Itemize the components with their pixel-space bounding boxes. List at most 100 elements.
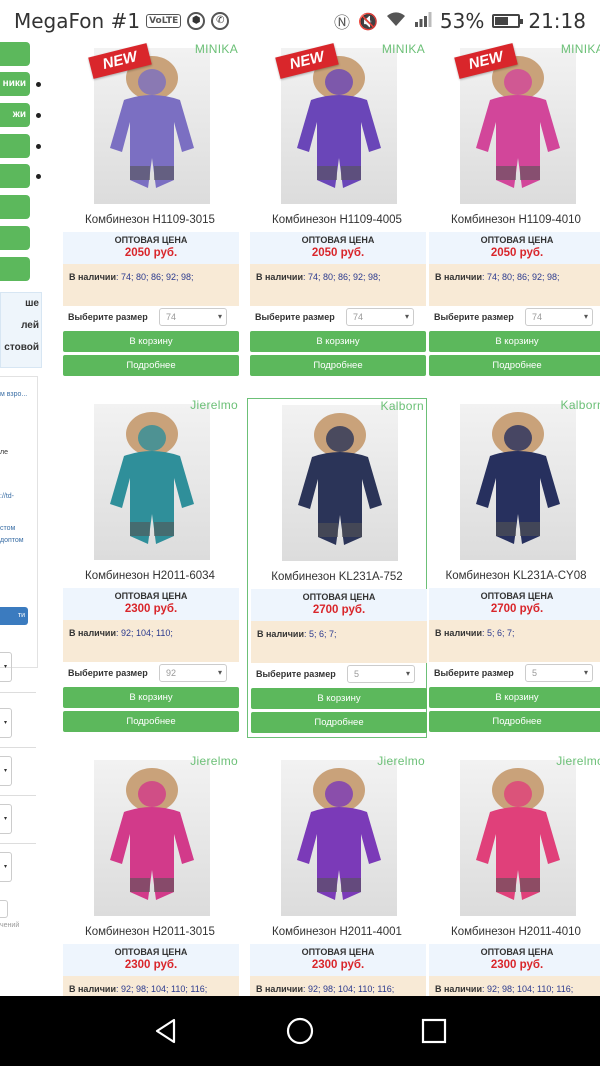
add-to-cart-button[interactable]: В корзину — [429, 687, 600, 708]
sidebar-button[interactable] — [0, 900, 8, 918]
snowsuit-image — [476, 412, 560, 544]
product-card[interactable]: Kalborn Комбинезон KL231A-CY08 ОПТОВАЯ Ц… — [426, 398, 600, 738]
product-card[interactable]: NEW MINIKA Комбинезон H1109-3015 ОПТОВАЯ… — [60, 42, 240, 382]
brand-label[interactable]: Kalborn — [561, 398, 600, 412]
sidebar-link[interactable]: ://td- — [0, 493, 14, 500]
add-to-cart-button[interactable]: В корзину — [251, 688, 427, 709]
price-value: 2300 руб. — [124, 603, 178, 615]
details-button[interactable]: Подробнее — [429, 355, 600, 376]
sidebar-select[interactable]: ▾ — [0, 852, 12, 882]
details-button[interactable]: Подробнее — [63, 711, 239, 732]
divider — [0, 692, 36, 693]
back-icon[interactable] — [152, 1017, 180, 1045]
sidebar-button-6[interactable] — [0, 195, 30, 219]
brand-label[interactable]: Jierelmo — [190, 754, 238, 768]
brand-label[interactable]: MINIKA — [195, 42, 238, 56]
product-name[interactable]: Комбинезон KL231A-CY08 — [426, 570, 600, 582]
price-box: ОПТОВАЯ ЦЕНА 2300 руб. — [250, 944, 426, 976]
sidebar-button-8[interactable] — [0, 257, 30, 281]
available-sizes: : 5; 6; 7; — [481, 628, 515, 638]
sidebar-link[interactable]: м взро... — [0, 391, 27, 398]
product-card[interactable]: Jierelmo Комбинезон H2011-3015 ОПТОВАЯ Ц… — [60, 754, 240, 996]
sidebar: ники жи ше лей стовой м взро... ле ://td… — [0, 42, 44, 996]
sidebar-button-2[interactable]: ники — [0, 72, 30, 96]
nfc-icon: Ⓝ — [333, 13, 350, 32]
snowsuit-image — [297, 768, 381, 900]
add-to-cart-button[interactable]: В корзину — [429, 331, 600, 352]
sidebar-button-3[interactable]: жи — [0, 103, 30, 127]
size-label: Выберите размер — [68, 312, 148, 322]
sidebar-text: ле — [0, 449, 8, 456]
product-card[interactable]: Jierelmo Комбинезон H2011-4001 ОПТОВАЯ Ц… — [247, 754, 427, 996]
brand-label[interactable]: MINIKA — [382, 42, 425, 56]
details-button[interactable]: Подробнее — [429, 711, 600, 732]
sidebar-button-label: ники — [2, 78, 26, 89]
brand-label[interactable]: Jierelmo — [377, 754, 425, 768]
brand-label[interactable]: Kalborn — [381, 399, 424, 413]
product-card[interactable]: NEW MINIKA Комбинезон H1109-4005 ОПТОВАЯ… — [247, 42, 427, 382]
snowsuit-image — [110, 768, 194, 900]
sidebar-select[interactable]: ▾ — [0, 708, 12, 738]
product-image[interactable] — [282, 405, 398, 561]
sidebar-button-7[interactable] — [0, 226, 30, 250]
product-name[interactable]: Комбинезон KL231A-752 — [248, 571, 426, 583]
product-card[interactable]: Jierelmo Комбинезон H2011-4010 ОПТОВАЯ Ц… — [426, 754, 600, 996]
price-label: ОПТОВАЯ ЦЕНА — [301, 947, 375, 957]
product-name[interactable]: Комбинезон H2011-3015 — [60, 926, 240, 938]
sidebar-button-5[interactable] — [0, 164, 30, 188]
sidebar-select[interactable]: ▾ — [0, 652, 12, 682]
snowsuit-image — [110, 412, 194, 544]
availability-label: В наличии — [435, 272, 482, 282]
product-card[interactable]: Jierelmo Комбинезон H2011-6034 ОПТОВАЯ Ц… — [60, 398, 240, 738]
product-card[interactable]: NEW MINIKA Комбинезон H1109-4010 ОПТОВАЯ… — [426, 42, 600, 382]
sidebar-select[interactable]: ▾ — [0, 804, 12, 834]
size-select[interactable]: 74 — [346, 308, 414, 326]
recents-icon[interactable] — [420, 1017, 448, 1045]
details-button[interactable]: Подробнее — [251, 712, 427, 733]
viber-icon: ⬢ — [187, 12, 206, 30]
brand-label[interactable]: MINIKA — [561, 42, 600, 56]
product-name[interactable]: Комбинезон H2011-4010 — [426, 926, 600, 938]
volte-badge: VoLTE — [146, 14, 182, 28]
availability-label: В наличии — [69, 984, 116, 994]
product-image[interactable] — [281, 760, 397, 916]
size-label: Выберите размер — [256, 669, 336, 679]
size-select[interactable]: 74 — [525, 308, 593, 326]
sidebar-link[interactable]: стом — [0, 525, 15, 532]
sidebar-button-4[interactable] — [0, 134, 30, 158]
sidebar-link[interactable]: доптом — [0, 537, 24, 544]
price-box: ОПТОВАЯ ЦЕНА 2300 руб. — [63, 944, 239, 976]
size-select[interactable]: 74 — [159, 308, 227, 326]
sidebar-blue-button[interactable]: ти — [0, 607, 28, 625]
brand-label[interactable]: Jierelmo — [190, 398, 238, 412]
battery-icon — [492, 14, 524, 28]
product-name[interactable]: Комбинезон H1109-4005 — [247, 214, 427, 226]
home-icon[interactable] — [286, 1017, 314, 1045]
size-select[interactable]: 5 — [347, 665, 415, 683]
size-select[interactable]: 5 — [525, 664, 593, 682]
product-name[interactable]: Комбинезон H2011-4001 — [247, 926, 427, 938]
details-button[interactable]: Подробнее — [250, 355, 426, 376]
product-name[interactable]: Комбинезон H2011-6034 — [60, 570, 240, 582]
availability: В наличии: 92; 98; 104; 110; 116; — [250, 976, 426, 996]
add-to-cart-button[interactable]: В корзину — [63, 687, 239, 708]
product-image[interactable] — [460, 760, 576, 916]
details-button[interactable]: Подробнее — [63, 355, 239, 376]
product-card[interactable]: Kalborn Комбинезон KL231A-752 ОПТОВАЯ ЦЕ… — [247, 398, 427, 738]
size-select[interactable]: 92 — [159, 664, 227, 682]
bullet — [36, 144, 41, 149]
product-image[interactable] — [94, 760, 210, 916]
product-image[interactable] — [94, 404, 210, 560]
sidebar-box-line: ше — [25, 298, 39, 309]
brand-label[interactable]: Jierelmo — [556, 754, 600, 768]
add-to-cart-button[interactable]: В корзину — [250, 331, 426, 352]
add-to-cart-button[interactable]: В корзину — [63, 331, 239, 352]
sidebar-select[interactable]: ▾ — [0, 756, 12, 786]
size-row: Выберите размер 5 — [429, 662, 600, 684]
product-name[interactable]: Комбинезон H1109-4010 — [426, 214, 600, 226]
product-name[interactable]: Комбинезон H1109-3015 — [60, 214, 240, 226]
sidebar-button-1[interactable] — [0, 42, 30, 66]
availability: В наличии: 92; 98; 104; 110; 116; — [429, 976, 600, 996]
product-image[interactable] — [460, 404, 576, 560]
availability: В наличии: 92; 104; 110; — [63, 620, 239, 662]
